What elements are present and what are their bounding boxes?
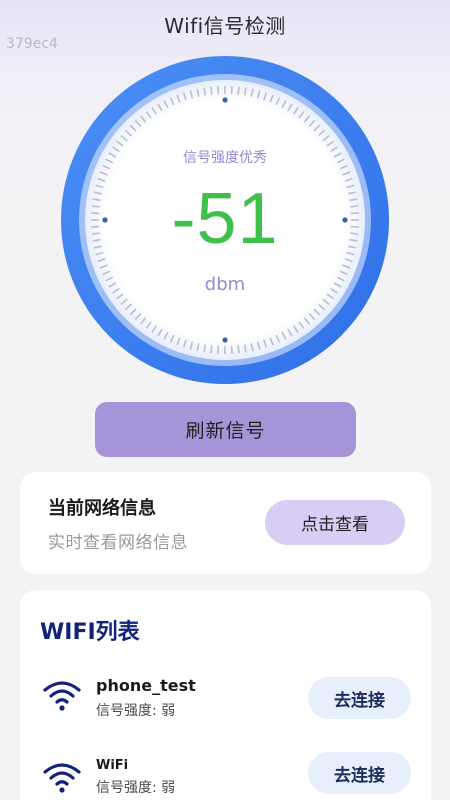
refresh-signal-button[interactable]: 刷新信号	[95, 402, 356, 457]
gauge-marker-dot	[222, 97, 228, 103]
watermark-text: 379ec4	[6, 36, 58, 52]
network-info-subtitle: 实时查看网络信息	[48, 533, 188, 553]
wifi-strength-label: 信号强度:	[96, 703, 157, 719]
gauge-tick	[210, 86, 213, 95]
signal-quality-label: 信号强度优秀	[183, 150, 267, 166]
wifi-strength-value: 弱	[161, 780, 176, 796]
gauge-tick	[237, 86, 240, 95]
gauge-marker-dot	[222, 337, 228, 343]
wifi-list-item[interactable]: WiFi 信号强度: 弱 去连接	[20, 750, 431, 800]
gauge-tick	[237, 345, 240, 354]
wifi-list-title: WIFI列表	[40, 620, 140, 645]
connect-button[interactable]: 去连接	[308, 677, 411, 719]
wifi-strength: 信号强度: 弱	[96, 777, 175, 797]
wifi-name: WiFi	[96, 758, 129, 773]
wifi-list-item[interactable]: phone_test 信号强度: 弱 去连接	[20, 668, 431, 728]
view-network-info-button[interactable]: 点击查看	[265, 500, 405, 545]
wifi-strength: 信号强度: 弱	[96, 700, 175, 720]
network-info-title: 当前网络信息	[48, 498, 156, 519]
signal-value: -51	[171, 179, 279, 259]
wifi-list-card: WIFI列表 phone_test 信号强度: 弱 去连接 WiFi 信号强度:…	[20, 590, 431, 800]
signal-unit: dbm	[204, 274, 246, 295]
wifi-icon	[43, 763, 81, 793]
wifi-strength-label: 信号强度:	[96, 780, 157, 796]
page-title: Wifi信号检测	[164, 14, 286, 38]
wifi-name: phone_test	[96, 676, 196, 695]
wifi-strength-value: 弱	[161, 703, 176, 719]
wifi-icon	[43, 681, 81, 711]
signal-gauge: 信号强度优秀 -51 dbm	[61, 56, 389, 384]
network-info-card: 当前网络信息 实时查看网络信息 点击查看	[20, 472, 431, 574]
connect-button[interactable]: 去连接	[308, 752, 411, 794]
gauge-tick	[210, 345, 213, 354]
